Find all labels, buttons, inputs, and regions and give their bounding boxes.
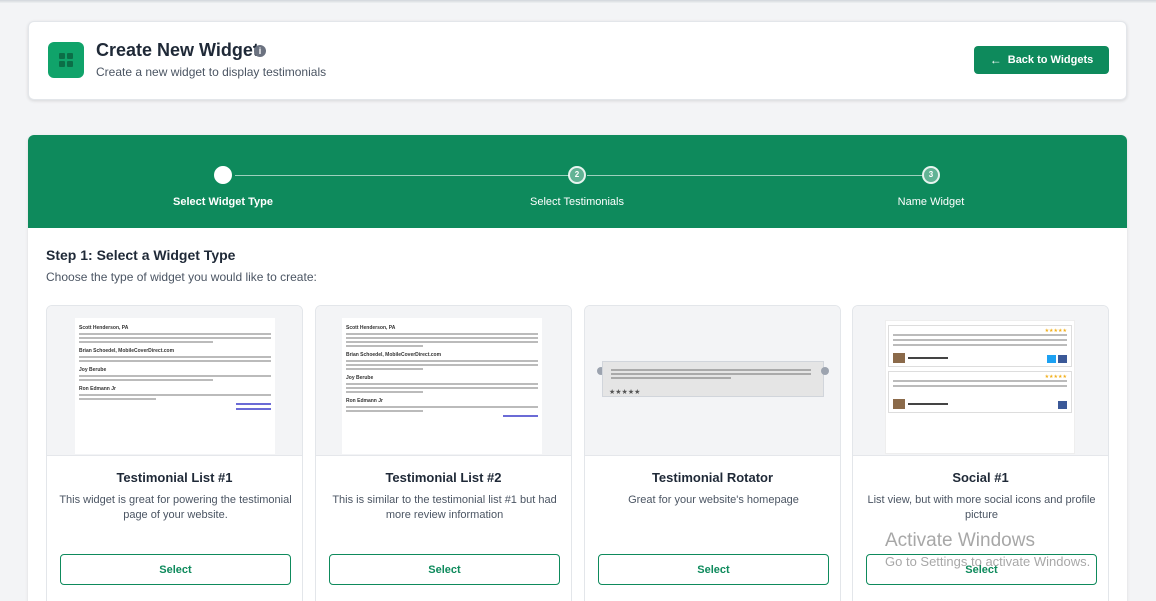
step-indicator-1 xyxy=(214,166,232,184)
widget-name: Testimonial List #1 xyxy=(116,470,233,485)
widget-description: This is similar to the testimonial list … xyxy=(332,494,557,521)
widget-description: This widget is great for powering the te… xyxy=(59,494,292,521)
window-top-border xyxy=(0,0,1156,3)
select-button[interactable]: Select xyxy=(598,554,829,585)
star-rating: ★★★★★ xyxy=(609,389,641,396)
back-button-label: Back to Widgets xyxy=(1007,54,1094,66)
preview-name: Ron Edmann Jr xyxy=(346,398,383,404)
testimonial-list-2-preview: Scott Henderson, PA Brian Schoedel, Mobi… xyxy=(342,318,542,454)
widget-preview-image: ★★★★★ xyxy=(585,306,840,456)
facebook-icon xyxy=(1058,401,1067,409)
widget-card-testimonial-list-1[interactable]: Scott Henderson, PA Brian Schoedel, Mobi… xyxy=(46,305,303,601)
widget-name: Testimonial List #2 xyxy=(385,470,502,485)
preview-name: Brian Schoedel, MobileCoverDirect.com xyxy=(346,352,442,358)
preview-name: Joy Berube xyxy=(79,367,107,373)
facebook-icon xyxy=(1058,355,1067,363)
preview-name: Ron Edmann Jr xyxy=(79,386,116,392)
step-heading: Step 1: Select a Widget Type xyxy=(46,247,236,263)
widget-wizard: 2 3 Select Widget Type Select Testimonia… xyxy=(28,135,1127,601)
preview-name: Joy Berube xyxy=(346,375,374,381)
page-subtitle: Create a new widget to display testimoni… xyxy=(96,65,327,79)
twitter-icon xyxy=(1047,355,1056,363)
step-label-2: Select Testimonials xyxy=(530,196,624,208)
select-button[interactable]: Select xyxy=(329,554,560,585)
back-to-widgets-button[interactable]: ← Back to Widgets xyxy=(974,46,1109,74)
star-rating: ★★★★★ xyxy=(1044,374,1067,380)
testimonial-list-preview: Scott Henderson, PA Brian Schoedel, Mobi… xyxy=(75,318,275,454)
step-indicator-3: 3 xyxy=(922,166,940,184)
info-icon[interactable]: i xyxy=(254,45,266,57)
social-preview: ★★★★★ ★★★★★ xyxy=(885,320,1075,454)
preview-name: Brian Schoedel, MobileCoverDirect.com xyxy=(79,348,175,354)
step-connector xyxy=(235,175,569,176)
step-indicator-2: 2 xyxy=(568,166,586,184)
preview-name: Scott Henderson, PA xyxy=(79,325,129,331)
widget-name: Social #1 xyxy=(952,470,1009,485)
widget-description: Great for your website's homepage xyxy=(628,494,799,506)
widget-preview-image: ★★★★★ ★★★★★ xyxy=(853,306,1108,456)
arrow-left-icon: ← xyxy=(989,53,1002,67)
widgets-grid-icon xyxy=(48,42,84,78)
step-connector xyxy=(587,175,922,176)
preview-name: Scott Henderson, PA xyxy=(346,325,396,331)
page-title: Create New Widget xyxy=(96,40,259,60)
widget-card-testimonial-list-2[interactable]: Scott Henderson, PA Brian Schoedel, Mobi… xyxy=(315,305,572,601)
widget-card-testimonial-rotator[interactable]: ★★★★★ Testimonial Rotator Great for your… xyxy=(584,305,841,601)
select-button[interactable]: Select xyxy=(60,554,291,585)
wizard-stepper: 2 3 Select Widget Type Select Testimonia… xyxy=(28,135,1127,228)
step-label-1: Select Widget Type xyxy=(173,196,273,208)
widget-name: Testimonial Rotator xyxy=(651,470,774,485)
avatar xyxy=(893,353,905,363)
step-description: Choose the type of widget you would like… xyxy=(46,270,317,284)
avatar xyxy=(893,399,905,409)
step-label-3: Name Widget xyxy=(897,196,965,208)
page-header: Create New Widget i Create a new widget … xyxy=(28,21,1127,100)
widget-description: List view, but with more social icons an… xyxy=(867,494,1096,521)
widget-card-social-1[interactable]: ★★★★★ ★★★★★ Social #1 List view, but wit… xyxy=(852,305,1109,601)
select-button[interactable]: Select xyxy=(866,554,1097,585)
rotator-preview: ★★★★★ xyxy=(602,361,824,397)
widget-preview-image: Scott Henderson, PA Brian Schoedel, Mobi… xyxy=(47,306,302,456)
star-rating: ★★★★★ xyxy=(1044,328,1067,334)
chevron-right-icon xyxy=(821,367,829,375)
widget-preview-image: Scott Henderson, PA Brian Schoedel, Mobi… xyxy=(316,306,571,456)
